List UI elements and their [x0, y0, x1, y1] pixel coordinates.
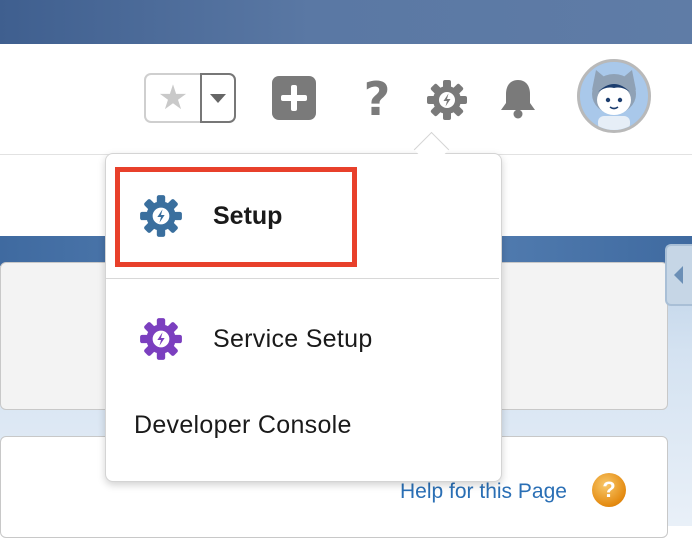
star-icon[interactable]: ★ [146, 75, 200, 121]
menu-item-service-setup[interactable]: Service Setup [138, 316, 373, 362]
highlight-box [115, 167, 357, 267]
top-banner [0, 0, 692, 44]
sidebar-collapse-handle[interactable] [665, 244, 692, 306]
help-orb-icon[interactable]: ? [592, 473, 626, 507]
menu-item-service-setup-label: Service Setup [213, 324, 373, 353]
favorites-group: ★ [144, 73, 236, 123]
global-actions-button[interactable] [272, 76, 316, 120]
menu-divider [106, 278, 499, 279]
favorites-dropdown-button[interactable] [200, 73, 236, 123]
bell-icon [501, 80, 535, 119]
chevron-down-icon [210, 93, 226, 103]
help-for-this-page-link[interactable]: Help for this Page [400, 478, 567, 506]
setup-gear-icon-button[interactable] [425, 78, 469, 122]
service-gear-icon [140, 318, 182, 360]
menu-item-developer-console[interactable]: Developer Console [134, 405, 352, 445]
notifications-button[interactable] [495, 76, 541, 122]
help-icon[interactable]: ? [356, 74, 398, 124]
chevron-left-icon [674, 266, 683, 284]
avatar[interactable] [577, 59, 651, 133]
astro-avatar-icon [580, 62, 648, 130]
gear-icon [427, 80, 467, 120]
menu-item-developer-console-label: Developer Console [134, 410, 352, 439]
